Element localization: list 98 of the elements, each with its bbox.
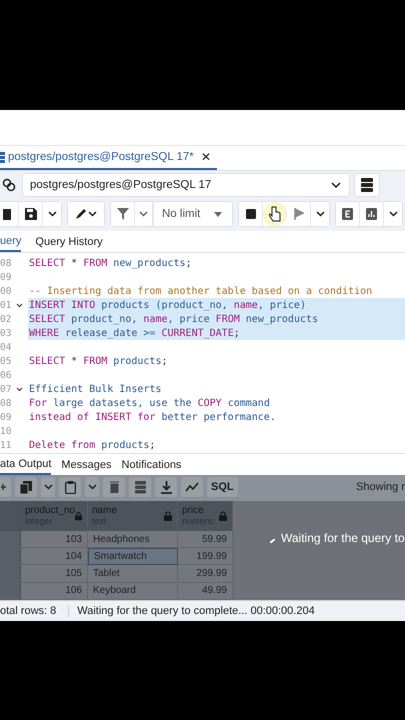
download-icon: [160, 480, 172, 494]
database-icon: [134, 480, 146, 494]
sql-button[interactable]: SQL: [207, 477, 238, 497]
total-rows: otal rows: 8: [0, 605, 70, 617]
row-number-cell: [0, 582, 21, 600]
table-cell[interactable]: Headphones: [88, 530, 178, 548]
result-tab[interactable]: Messages: [61, 458, 112, 470]
line-number: 04: [0, 340, 11, 354]
spinner-icon: [270, 539, 275, 543]
code-line: Delete from products;: [28, 438, 156, 452]
stop-icon: [246, 209, 256, 219]
link-icon: [2, 178, 16, 192]
column-name: product_no: [25, 505, 76, 516]
table-cell[interactable]: 103: [21, 530, 88, 548]
save-data-button[interactable]: [129, 477, 151, 497]
tab-title: postgres/postgres@PostgreSQL 17*: [8, 151, 194, 163]
chevron-down-icon: [316, 211, 325, 217]
code-line: SELECT * FROM products;: [28, 354, 168, 368]
download-button[interactable]: [155, 477, 177, 497]
result-tab[interactable]: Notifications: [122, 458, 182, 470]
play-flag-icon: [294, 208, 304, 220]
row-number-cell: [0, 530, 21, 548]
line-number: 02: [0, 312, 11, 326]
fold-chevron-icon[interactable]: [16, 386, 23, 392]
graph-button[interactable]: [181, 477, 203, 497]
database-icon: [0, 151, 5, 163]
database-icon: [361, 178, 373, 192]
close-icon[interactable]: ✕: [200, 150, 211, 164]
lock-icon: [219, 510, 227, 521]
line-number: 08: [0, 396, 11, 410]
rows-info: Showing r: [356, 481, 405, 493]
column-name: price: [182, 505, 205, 516]
connection-select[interactable]: postgres/postgres@PostgreSQL 17: [22, 173, 350, 197]
chevron-down-icon: [48, 211, 56, 217]
status-message: Waiting for the query to complete... 00:00:00.204: [76, 605, 315, 617]
plus-icon: [1, 482, 7, 492]
copy-dropdown-button[interactable]: [41, 477, 55, 497]
delete-button[interactable]: [103, 477, 125, 497]
line-number: 03: [0, 326, 11, 340]
stop-button[interactable]: [239, 202, 264, 226]
bar-chart-icon: [366, 208, 378, 220]
table-cell[interactable]: 299.99: [178, 565, 233, 583]
save-icon: [24, 208, 36, 220]
lock-icon: [75, 510, 82, 521]
line-number: 01: [0, 298, 11, 312]
table-cell[interactable]: 59.99: [178, 530, 233, 548]
code-line: For large datasets, use the COPY command: [28, 396, 270, 410]
filter-button[interactable]: [111, 202, 135, 226]
code-line: instead of INSERT for better performance.: [28, 410, 276, 424]
line-number: 00: [0, 284, 11, 298]
pen-icon: [75, 208, 97, 220]
line-number: 11: [0, 438, 11, 452]
line-number: 07: [0, 382, 11, 396]
query-tab[interactable]: uery: [0, 231, 22, 252]
fold-chevron-icon[interactable]: [16, 302, 23, 308]
chevron-down-icon: [331, 182, 341, 188]
table-cell[interactable]: Keyboard: [88, 582, 178, 600]
clipboard-icon: [64, 480, 76, 494]
execute-button[interactable]: [263, 202, 288, 226]
code-line: -- Inserting data from another table based on a condition: [28, 284, 372, 298]
line-graph-icon: [185, 482, 199, 492]
code-line: SELECT * FROM new_products;: [28, 256, 192, 270]
line-number: 09: [0, 270, 11, 284]
table-cell[interactable]: 199.99: [178, 548, 233, 566]
table-cell[interactable]: 105: [21, 565, 88, 583]
loading-message: Waiting for the query to: [281, 531, 405, 545]
paste-dropdown-button[interactable]: [85, 477, 99, 497]
line-number: 09: [0, 410, 11, 424]
hand-cursor-icon: [268, 206, 281, 222]
line-number: 05: [0, 354, 11, 368]
open-file-button[interactable]: [0, 202, 19, 226]
chevron-down-icon: [44, 484, 52, 490]
line-number: 10: [0, 424, 11, 438]
explain-button[interactable]: [336, 202, 360, 226]
trash-icon: [110, 481, 118, 493]
table-cell[interactable]: 104: [21, 548, 88, 566]
limit-select[interactable]: No limit: [153, 202, 232, 226]
lock-icon: [164, 510, 172, 521]
query-tab[interactable]: Query History: [35, 236, 103, 248]
table-cell[interactable]: Smartwatch: [88, 548, 178, 566]
explain-icon: [342, 208, 354, 220]
chevron-down-icon: [388, 211, 398, 217]
line-number: 08: [0, 256, 11, 270]
chevron-down-icon: [139, 211, 148, 217]
table-cell[interactable]: 49.99: [178, 582, 233, 600]
table-cell[interactable]: Tablet: [88, 565, 178, 583]
table-cell[interactable]: 106: [21, 582, 88, 600]
filter-icon: [116, 208, 128, 220]
caret-down-icon: [214, 212, 222, 216]
copy-button[interactable]: [15, 477, 37, 497]
database-button[interactable]: [354, 173, 380, 197]
copy-icon: [20, 480, 32, 494]
code-line: Efficient Bulk Inserts: [28, 382, 162, 396]
line-number: 06: [0, 368, 11, 382]
paste-button[interactable]: [59, 477, 81, 497]
column-name: name: [92, 505, 118, 516]
chevron-down-icon: [88, 484, 96, 490]
add-row-button[interactable]: [0, 477, 11, 497]
